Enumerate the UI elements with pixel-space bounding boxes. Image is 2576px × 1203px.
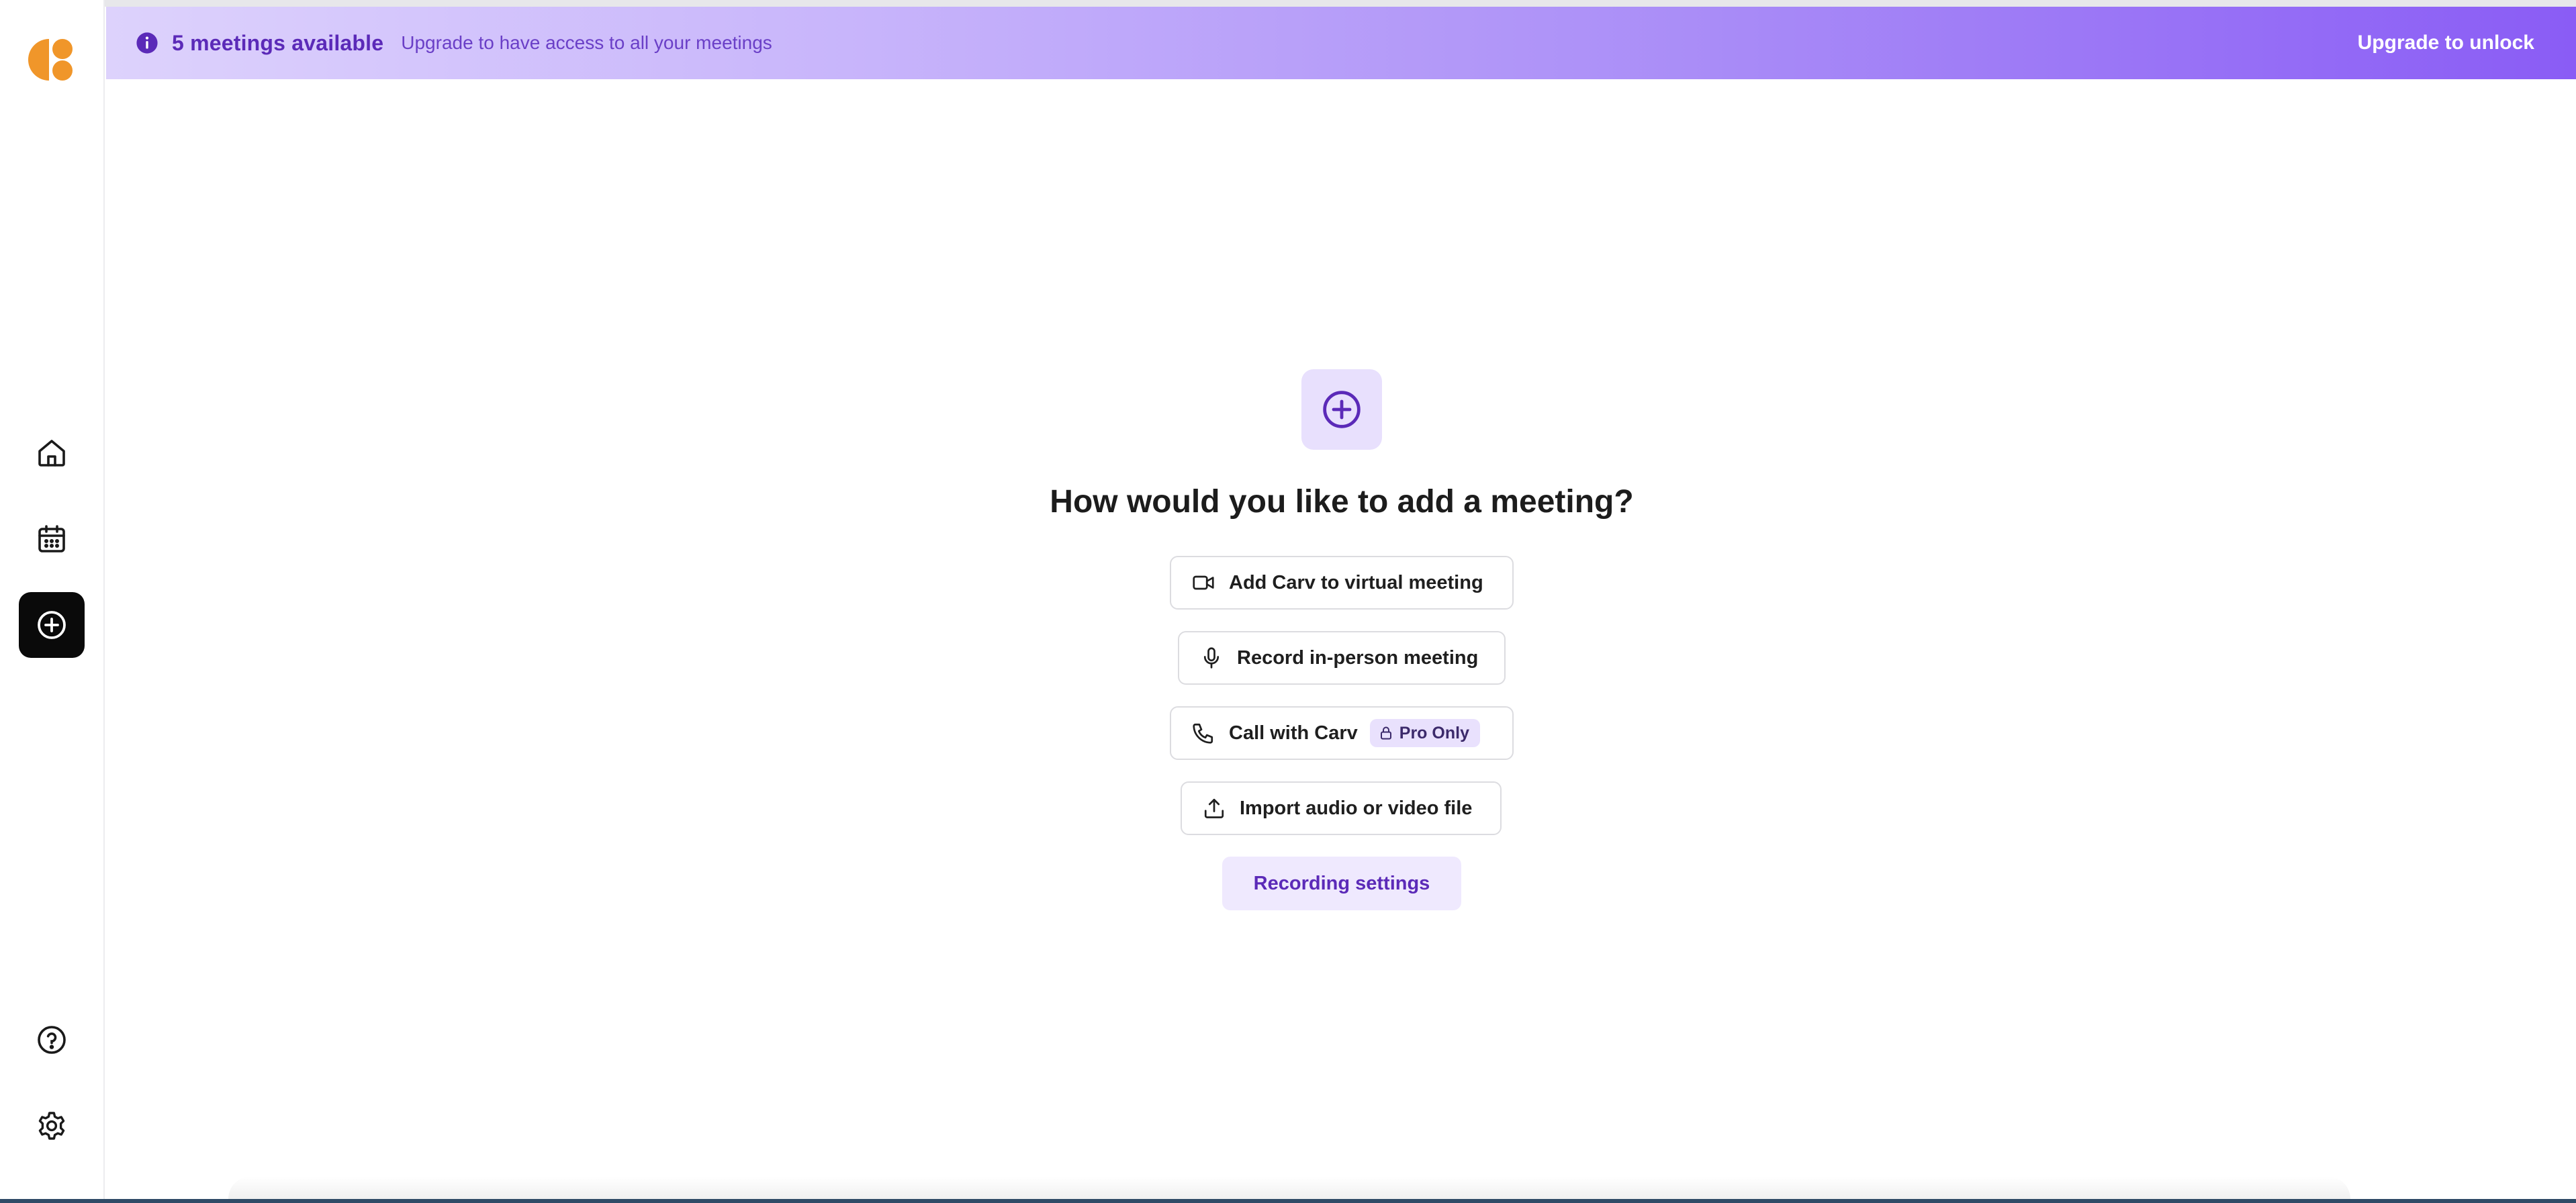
window-top-edge [0,0,2576,7]
badge-label: Pro Only [1399,723,1469,742]
upgrade-banner: 5 meetings available Upgrade to have acc… [106,7,2576,79]
add-to-virtual-meeting-button[interactable]: Add Carv to virtual meeting [1170,556,1514,610]
help-icon [38,1026,66,1054]
import-file-button[interactable]: Import audio or video file [1181,781,1502,835]
upgrade-button[interactable]: Upgrade to unlock [2358,7,2534,79]
video-icon [1193,575,1214,590]
record-in-person-button[interactable]: Record in-person meeting [1178,631,1506,685]
plus-circle-icon [1323,391,1361,428]
calendar-icon [38,525,65,552]
option-label: Import audio or video file [1240,797,1473,819]
window-bottom-edge [0,1199,2576,1203]
app-window: 5 meetings available Upgrade to have acc… [0,0,2576,1203]
option-label: Add Carv to virtual meeting [1229,571,1483,593]
banner-title: 5 meetings available [172,30,384,55]
info-icon [136,32,158,54]
banner-subtitle: Upgrade to have access to all your meeti… [401,32,772,53]
phone-icon [1193,723,1213,744]
recording-settings-button[interactable]: Recording settings [1222,857,1461,910]
lock-icon [1380,726,1391,740]
page-title: How would you like to add a meeting? [1050,484,1634,520]
call-with-carv-button[interactable]: Call with Carv Pro Only [1170,706,1514,760]
sidebar-item-add-meeting[interactable] [19,592,85,658]
sidebar-item-help[interactable] [19,1007,85,1073]
gear-icon [38,1112,65,1140]
upload-icon [1204,798,1224,818]
plus-circle-icon [38,611,66,639]
microphone-icon [1203,647,1220,669]
carv-logo[interactable] [28,36,75,83]
option-label: Call with Carv [1229,722,1358,744]
sidebar-item-settings[interactable] [19,1093,85,1159]
sidebar-item-calendar[interactable] [19,506,85,572]
sidebar [0,0,105,1203]
sidebar-item-home[interactable] [19,420,85,486]
option-label: Record in-person meeting [1237,646,1479,669]
bottom-shadow [228,1176,2350,1199]
home-icon [38,440,65,467]
add-meeting-hero [1301,369,1382,450]
pro-only-badge: Pro Only [1369,719,1480,747]
